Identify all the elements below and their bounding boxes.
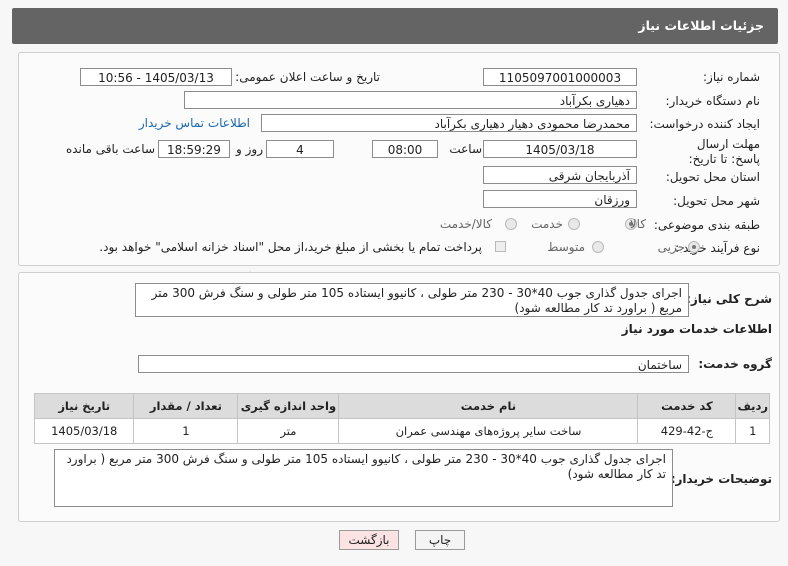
buyer-notes-field: اجرای جدول گذاری جوب 40*30 - 230 متر طول… bbox=[54, 449, 673, 507]
cell-service-code: ج-42-429 bbox=[637, 418, 737, 444]
buyer-org-field: دهیاری بکرآباد bbox=[184, 91, 637, 109]
services-title: اطلاعات خدمات مورد نیاز bbox=[621, 322, 772, 336]
province-field: آذربایجان شرقی bbox=[483, 166, 637, 184]
city-field: ورزقان bbox=[483, 190, 637, 208]
need-number-field: 1105097001000003 bbox=[483, 68, 637, 86]
deadline-time-label: ساعت bbox=[449, 142, 482, 156]
col-quantity: تعداد / مقدار bbox=[133, 393, 239, 419]
page-header: جزئیات اطلاعات نیاز bbox=[12, 8, 778, 44]
treasury-checkbox[interactable] bbox=[495, 241, 506, 252]
services-table: ردیف کد خدمت نام خدمت واحد اندازه گیری ت… bbox=[33, 393, 770, 444]
deadline-time-field: 08:00 bbox=[372, 140, 438, 158]
general-desc-field: اجرای جدول گذاری جوب 40*30 - 230 متر طول… bbox=[135, 283, 689, 317]
category-option-goods-service: کالا/خدمت bbox=[439, 217, 492, 231]
table-row: 1 ج-42-429 ساخت سایر پروژه‌های مهندسی عم… bbox=[33, 418, 770, 444]
buyer-contact-link[interactable]: اطلاعات تماس خریدار bbox=[139, 116, 250, 130]
process-radio-medium[interactable] bbox=[592, 241, 604, 253]
table-header-row: ردیف کد خدمت نام خدمت واحد اندازه گیری ت… bbox=[33, 393, 770, 419]
requester-label: ایجاد کننده درخواست: bbox=[649, 117, 760, 131]
cell-unit: متر bbox=[237, 418, 340, 444]
buyer-org-label: نام دستگاه خریدار: bbox=[665, 94, 761, 108]
col-need-date: تاریخ نیاز bbox=[33, 393, 135, 419]
buyer-notes-label: توضیحات خریدار: bbox=[670, 472, 772, 486]
print-button[interactable]: چاپ bbox=[415, 530, 465, 550]
days-label: روز و bbox=[236, 142, 263, 156]
announce-date-field: 1405/03/13 - 10:56 bbox=[80, 68, 232, 86]
back-button[interactable]: بازگشت bbox=[339, 530, 399, 550]
remaining-time-label: ساعت باقی مانده bbox=[65, 142, 155, 156]
cell-need-date: 1405/03/18 bbox=[33, 418, 135, 444]
deadline-label: مهلت ارسال پاسخ: تا تاریخ: bbox=[688, 137, 760, 166]
process-radio-minor[interactable] bbox=[688, 241, 700, 253]
general-desc-label: شرح کلی نیاز: bbox=[686, 292, 772, 306]
category-label: طبقه بندی موضوعی: bbox=[653, 218, 760, 232]
col-service-name: نام خدمت bbox=[338, 393, 639, 419]
requester-field: محمدرضا محمودی دهیار دهیاری بکرآباد bbox=[261, 114, 637, 132]
days-remaining-field: 4 bbox=[266, 140, 334, 158]
cell-quantity: 1 bbox=[133, 418, 239, 444]
process-option-minor: جزیی bbox=[657, 240, 685, 254]
deadline-date-field: 1405/03/18 bbox=[483, 140, 637, 158]
col-unit: واحد اندازه گیری bbox=[237, 393, 340, 419]
category-option-service: خدمت bbox=[531, 217, 563, 231]
service-group-label: گروه خدمت: bbox=[698, 357, 772, 371]
service-group-field: ساختمان bbox=[138, 355, 689, 373]
category-radio-goods-service[interactable] bbox=[505, 218, 517, 230]
announce-date-label: تاریخ و ساعت اعلان عمومی: bbox=[235, 70, 380, 84]
province-label: استان محل تحویل: bbox=[665, 170, 760, 184]
remaining-time-field: 18:59:29 bbox=[158, 140, 230, 158]
cell-row-number: 1 bbox=[735, 418, 770, 444]
category-radio-service[interactable] bbox=[568, 218, 580, 230]
col-row-number: ردیف bbox=[735, 393, 770, 419]
category-option-goods: کالا bbox=[629, 217, 646, 231]
city-label: شهر محل تحویل: bbox=[673, 194, 760, 208]
process-option-medium: متوسط bbox=[547, 240, 585, 254]
payment-note: پرداخت تمام یا بخشی از مبلغ خرید،از محل … bbox=[99, 240, 482, 254]
page-title: جزئیات اطلاعات نیاز bbox=[638, 18, 764, 33]
col-service-code: کد خدمت bbox=[637, 393, 737, 419]
cell-service-name: ساخت سایر پروژه‌های مهندسی عمران bbox=[338, 418, 639, 444]
need-number-label: شماره نیاز: bbox=[703, 70, 760, 84]
